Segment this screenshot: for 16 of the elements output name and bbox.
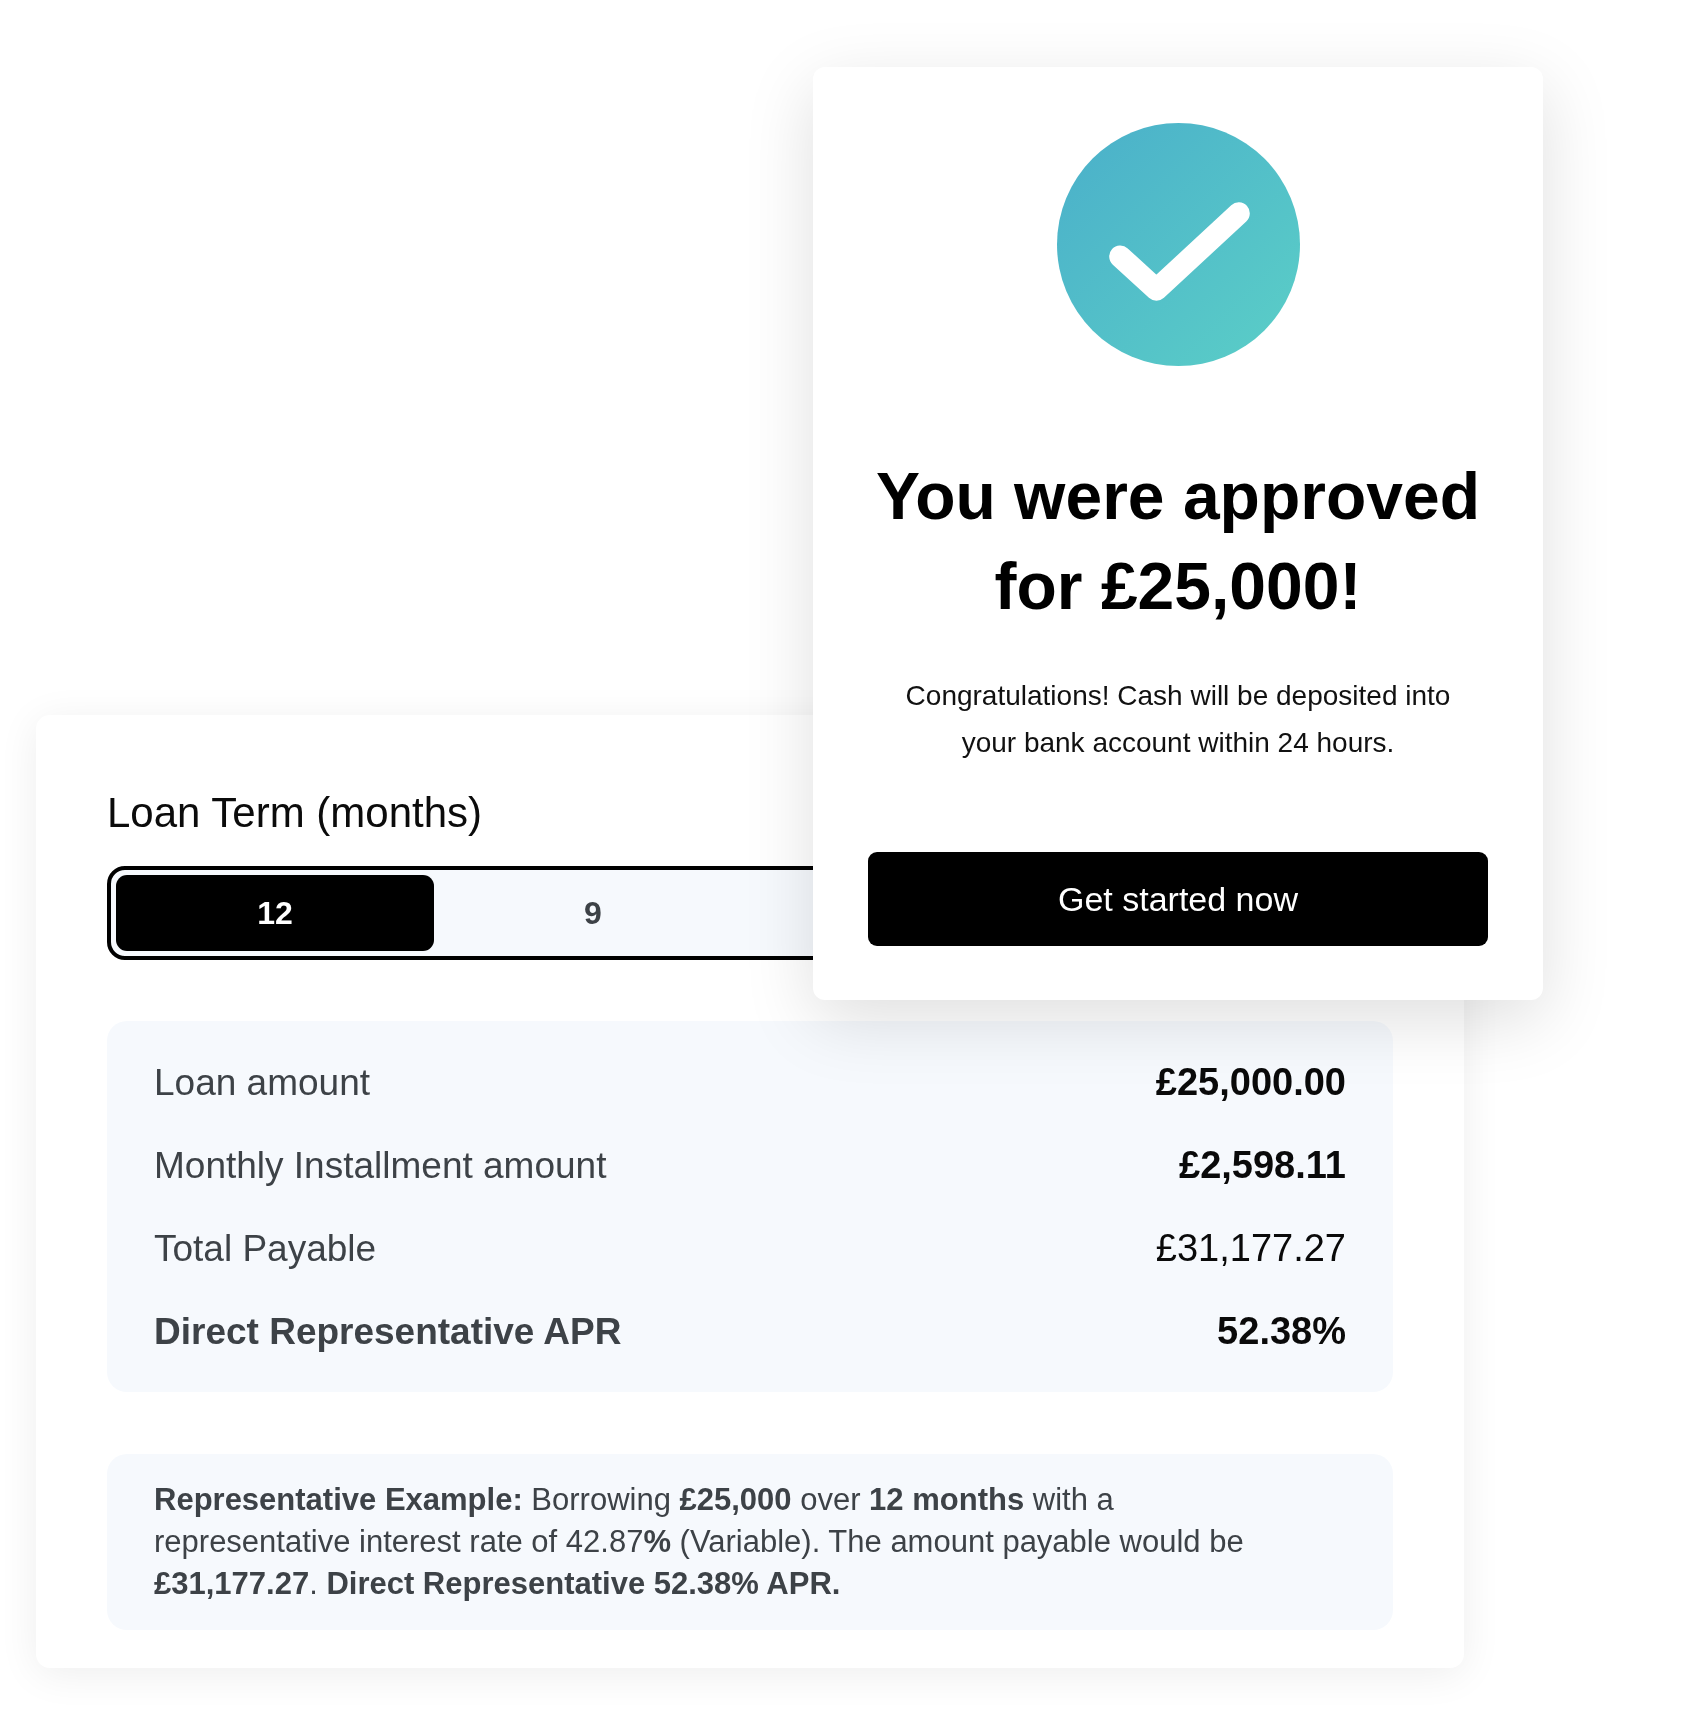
get-started-button[interactable]: Get started now [868,852,1488,946]
term-option[interactable]: 9 [434,875,752,951]
representative-example-text: Representative Example: Borrowing £25,000 over 12 months with a representative interest rate of 42.87% (Variable). The amount payable would be £31,177.27. Direct Representative 52.38% APR. [154,1481,1245,1603]
term-option[interactable]: 12 [116,875,434,951]
approval-message: Congratulations! Cash will be deposited into your bank account within 24 hours. [904,679,1452,760]
summary-value: £25,000.00 [1155,1060,1346,1105]
summary-label: Direct Representative APR [154,1309,622,1354]
summary-value: 52.38% [1217,1309,1346,1354]
check-circle-icon [1056,123,1300,366]
summary-label: Monthly Installment amount [154,1143,607,1188]
approval-title: You were approved for £25,000! [875,458,1481,625]
summary-label: Loan amount [154,1060,370,1105]
summary-value: £31,177.27 [1155,1226,1346,1271]
loan-term-label: Loan Term (months) [107,788,483,838]
summary-value: £2,598.11 [1179,1143,1346,1188]
summary-label: Total Payable [154,1226,377,1271]
